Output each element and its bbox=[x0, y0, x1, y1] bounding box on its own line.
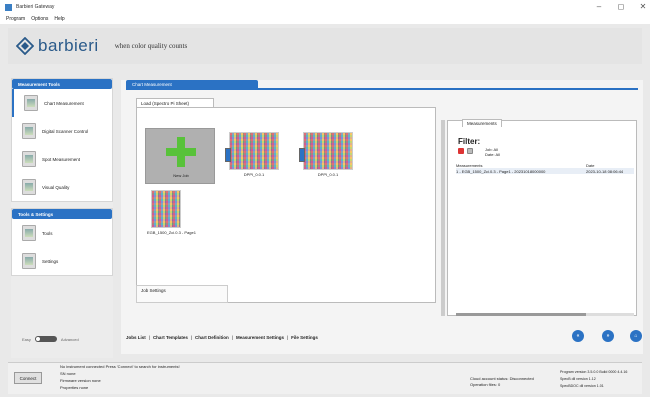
chart-badge-icon bbox=[225, 148, 231, 162]
link-chart-definition[interactable]: Chart Definition bbox=[195, 335, 229, 340]
job-card[interactable]: DPPI_0.0.1 bbox=[219, 128, 289, 184]
chart-measurement-icon bbox=[24, 95, 38, 111]
card-label: DPPI_0.0.1 bbox=[317, 172, 339, 177]
card-label: DPPI_0.0.1 bbox=[243, 172, 265, 177]
tools-icon bbox=[22, 225, 36, 241]
menu-bar: Program Options Help bbox=[0, 14, 650, 24]
job-settings-box[interactable]: Job Settings bbox=[136, 285, 228, 303]
brand-name: barbieri bbox=[38, 36, 99, 55]
properties: Properties none bbox=[60, 385, 89, 390]
toggle-left-label: Easy bbox=[22, 336, 31, 342]
spot-measurement-icon bbox=[22, 151, 36, 167]
sidebar-item-visual-quality[interactable]: Visual Quality bbox=[12, 173, 112, 201]
filter-date: Date: All bbox=[485, 152, 500, 157]
measurements-table: Measurements Date 1 - EGB_1500_Zci.0.3 -… bbox=[456, 162, 634, 174]
back-button[interactable]: « bbox=[572, 330, 584, 342]
card-label: New Job bbox=[173, 173, 189, 178]
job-settings-label: Job Settings bbox=[141, 288, 166, 293]
measurements-panel: Measurements Filter: Job: All Date: All … bbox=[447, 119, 637, 316]
menu-options[interactable]: Options bbox=[31, 16, 48, 22]
settings-icon bbox=[22, 253, 36, 269]
clear-filter-icon[interactable] bbox=[458, 148, 464, 154]
maximize-button[interactable]: ◻ bbox=[610, 2, 632, 11]
sidebar-item-label: Digital Scanner Control bbox=[42, 128, 89, 134]
new-job-card[interactable]: New Job bbox=[145, 128, 215, 184]
barbieri-logo-icon bbox=[15, 36, 35, 56]
chart-thumbnail bbox=[151, 190, 181, 228]
job-card[interactable]: DPPI_0.0.1 bbox=[293, 128, 363, 184]
link-chart-templates[interactable]: Chart Templates bbox=[153, 335, 188, 340]
sidebar-item-label: Chart Measurement bbox=[44, 100, 84, 106]
connect-button[interactable]: Connect bbox=[14, 372, 42, 384]
window-title: Barbieri Gateway bbox=[16, 4, 55, 10]
link-file-settings[interactable]: File Settings bbox=[291, 335, 318, 340]
filter-edit-icon[interactable] bbox=[467, 148, 473, 154]
instrument-status: No instrument connected Press 'Connect' … bbox=[60, 364, 180, 369]
forward-button[interactable]: » bbox=[602, 330, 614, 342]
horizontal-scrollbar[interactable] bbox=[456, 313, 634, 316]
tab-load-sheet[interactable]: Load (Spectro Pi Sheet) bbox=[136, 98, 214, 107]
panel-splitter[interactable] bbox=[441, 120, 445, 316]
sidebar-item-label: Spot Measurement bbox=[42, 156, 81, 162]
brand-tagline: when color quality counts bbox=[114, 42, 188, 50]
sidebar-item-spot-measurement[interactable]: Spot Measurement bbox=[12, 145, 112, 173]
sidebar-item-label: Settings bbox=[42, 258, 59, 264]
cell-date: 2023-10-18 08:06:44 bbox=[586, 168, 624, 174]
specb-version: SpecB dll version 1.12 bbox=[560, 377, 596, 381]
serial-number: SN none bbox=[60, 371, 76, 376]
sidebar-item-tools[interactable]: Tools bbox=[12, 219, 112, 247]
chart-thumbnail bbox=[303, 132, 353, 170]
main-panel: Chart Measurement Load (Spectro Pi Sheet… bbox=[121, 80, 643, 354]
tools-settings-heading: Tools & Settings bbox=[12, 209, 112, 219]
sidebar-item-settings[interactable]: Settings bbox=[12, 247, 112, 275]
scrollbar-thumb[interactable] bbox=[456, 313, 586, 316]
specbdoc-version: SpecBDOC dll version 1.01 bbox=[560, 384, 604, 388]
chart-thumbnail bbox=[229, 132, 279, 170]
plus-icon bbox=[156, 133, 206, 171]
tab-chart-measurement[interactable]: Chart Measurement bbox=[126, 80, 258, 88]
home-button[interactable]: ⌂ bbox=[630, 330, 642, 342]
operation-files: Operation files: 0 bbox=[470, 382, 501, 387]
menu-help[interactable]: Help bbox=[54, 16, 64, 22]
cell-measurement: 1 - EGB_1500_Zci.0.3 - Page1 - 202310180… bbox=[456, 168, 546, 174]
measurement-tools-group: Measurement Tools Chart Measurement Digi… bbox=[11, 78, 113, 202]
column-date: Date bbox=[586, 162, 595, 168]
app-icon bbox=[5, 3, 12, 11]
link-jobs-list[interactable]: Jobs List bbox=[126, 335, 146, 340]
table-header: Measurements Date bbox=[456, 162, 634, 168]
status-bar: Connect No instrument connected Press 'C… bbox=[8, 362, 642, 394]
table-row[interactable]: 1 - EGB_1500_Zci.0.3 - Page1 - 202310180… bbox=[456, 168, 634, 174]
chart-badge-icon bbox=[299, 148, 305, 162]
mode-toggle[interactable] bbox=[34, 336, 57, 342]
program-version: Program version 3.5.0.0 Build 0000 4.4.1… bbox=[560, 370, 628, 374]
window-controls: – ◻ ✕ bbox=[588, 2, 650, 11]
tab-underline bbox=[126, 88, 638, 90]
tools-settings-group: Tools & Settings Tools Settings bbox=[11, 208, 113, 276]
filter-title: Filter: bbox=[458, 137, 481, 146]
card-label: EGB_1500_Zci.0.3 - Page1 bbox=[147, 230, 196, 235]
job-card[interactable]: EGB_1500_Zci.0.3 - Page1 bbox=[145, 186, 215, 242]
firmware-version: Firmware version none bbox=[60, 378, 101, 383]
sidebar-item-label: Visual Quality bbox=[42, 184, 70, 190]
tab-measurements[interactable]: Measurements bbox=[462, 119, 502, 127]
bottom-links: Jobs List | Chart Templates | Chart Defini… bbox=[126, 335, 318, 340]
sidebar-item-label: Tools bbox=[42, 230, 53, 236]
job-gallery: New Job DPPI_0.0.1 DPPI_0.0.1 EGB_1500_Z… bbox=[136, 107, 436, 303]
column-measurements: Measurements bbox=[456, 162, 483, 168]
minimize-button[interactable]: – bbox=[588, 2, 610, 11]
mode-toggle-row: Easy Advanced bbox=[22, 336, 79, 342]
close-button[interactable]: ✕ bbox=[632, 2, 650, 11]
title-bar: Barbieri Gateway – ◻ ✕ bbox=[0, 0, 650, 14]
sidebar-item-digital-scanner[interactable]: Digital Scanner Control bbox=[12, 117, 112, 145]
sidebar: Measurement Tools Chart Measurement Digi… bbox=[11, 78, 113, 358]
link-measurement-settings[interactable]: Measurement Settings bbox=[236, 335, 284, 340]
visual-quality-icon bbox=[22, 179, 36, 195]
scanner-icon bbox=[22, 123, 36, 139]
menu-program[interactable]: Program bbox=[6, 16, 25, 22]
sidebar-item-chart-measurement[interactable]: Chart Measurement bbox=[12, 89, 112, 117]
brand-header: barbieri when color quality counts bbox=[8, 28, 642, 64]
toggle-right-label: Advanced bbox=[60, 336, 79, 342]
measurement-tools-heading: Measurement Tools bbox=[12, 79, 112, 89]
